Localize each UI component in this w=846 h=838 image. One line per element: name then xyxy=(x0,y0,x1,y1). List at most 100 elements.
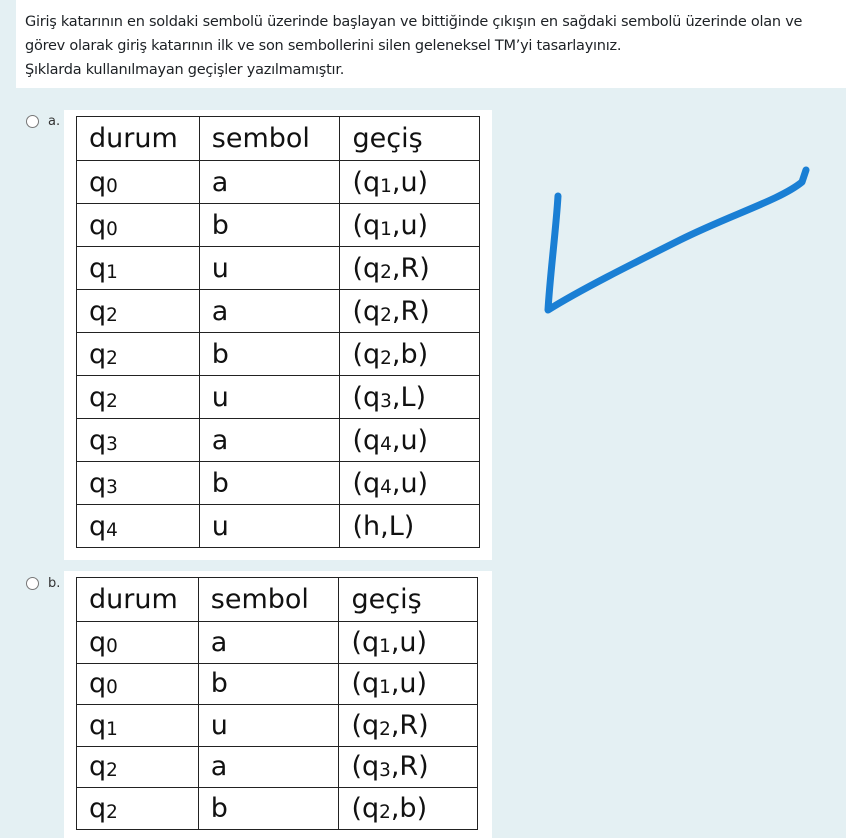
transition-cell: (q2,R) xyxy=(339,289,480,333)
state-subscript: 2 xyxy=(106,390,118,412)
transition-cell: (q3,R) xyxy=(338,745,478,788)
state-subscript: 1 xyxy=(106,261,118,283)
transition-prefix: (q xyxy=(352,166,381,198)
transition-cell: (q2,b) xyxy=(339,332,480,376)
state-cell: q1 xyxy=(76,704,199,747)
radio-button-b[interactable] xyxy=(26,577,39,590)
state-letter: q xyxy=(89,381,107,413)
column-header: durum xyxy=(76,577,199,622)
state-subscript: 0 xyxy=(106,175,118,197)
transition-subscript: 1 xyxy=(380,175,392,197)
state-cell: q4 xyxy=(76,504,200,548)
transition-table-a: durum sembol geçiş q0 a (q1,u) q0 b (q1,u) q1 u (q2… xyxy=(76,116,480,548)
table-row: q2 u (q3,L) xyxy=(76,375,480,419)
radio-button-a[interactable] xyxy=(26,115,39,128)
symbol-cell: u xyxy=(197,704,340,747)
transition-prefix: (h,L) xyxy=(352,510,415,542)
transition-prefix: (q xyxy=(352,467,381,499)
transition-cell: (q1,u) xyxy=(339,203,480,247)
symbol-cell: u xyxy=(198,375,341,419)
state-subscript: 2 xyxy=(106,347,118,369)
state-cell: q3 xyxy=(76,461,200,505)
transition-cell: (q1,u) xyxy=(339,160,480,204)
table-row: q2 a (q3,R) xyxy=(76,745,478,788)
transition-subscript: 4 xyxy=(380,476,392,498)
transition-suffix: ,u) xyxy=(390,668,428,700)
question-line-2: görev olarak giriş katarının ilk ve son … xyxy=(25,38,622,54)
transition-prefix: (q xyxy=(351,668,380,700)
state-cell: q2 xyxy=(76,375,200,419)
state-cell: q0 xyxy=(76,203,200,247)
transition-suffix: ,u) xyxy=(390,626,428,658)
state-letter: q xyxy=(89,668,107,700)
symbol-cell: b xyxy=(197,787,340,830)
state-subscript: 0 xyxy=(106,218,118,240)
symbol-cell: b xyxy=(198,461,341,505)
column-header: durum xyxy=(76,116,200,161)
state-letter: q xyxy=(89,252,107,284)
transition-suffix: ,u) xyxy=(391,209,429,241)
state-letter: q xyxy=(89,209,107,241)
question-text: Giriş katarının en soldaki sembolü üzeri… xyxy=(16,0,846,88)
symbol-cell: a xyxy=(197,621,340,664)
state-cell: q1 xyxy=(76,246,200,290)
transition-suffix: ,u) xyxy=(391,166,429,198)
table-row: q3 a (q4,u) xyxy=(76,418,480,462)
transition-prefix: (q xyxy=(352,252,381,284)
table-row: q4 u (h,L) xyxy=(76,504,480,548)
state-letter: q xyxy=(89,424,107,456)
state-letter: q xyxy=(89,510,107,542)
transition-suffix: ,L) xyxy=(391,381,427,413)
transition-subscript: 2 xyxy=(380,347,392,369)
symbol-cell: u xyxy=(198,246,341,290)
transition-prefix: (q xyxy=(351,792,380,824)
transition-subscript: 1 xyxy=(379,677,391,699)
transition-suffix: ,b) xyxy=(390,792,428,824)
transition-suffix: ,u) xyxy=(391,467,429,499)
state-letter: q xyxy=(89,467,107,499)
table-row: q2 a (q2,R) xyxy=(76,289,480,333)
state-subscript: 3 xyxy=(106,476,118,498)
transition-suffix: ,b) xyxy=(391,338,429,370)
question-line-3: Şıklarda kullanılmayan geçişler yazılmam… xyxy=(25,62,345,78)
transition-prefix: (q xyxy=(352,424,381,456)
column-header: geçiş xyxy=(338,577,478,622)
state-subscript: 0 xyxy=(106,677,118,699)
state-cell: q0 xyxy=(76,621,199,664)
option-a-table-panel: durum sembol geçiş q0 a (q1,u) q0 b (q1,u) q1 u (q2… xyxy=(64,110,492,560)
symbol-cell: a xyxy=(198,418,341,462)
symbol-cell: b xyxy=(198,203,341,247)
table-row: q0 b (q1,u) xyxy=(76,203,480,247)
symbol-cell: a xyxy=(198,160,341,204)
transition-subscript: 1 xyxy=(379,635,391,657)
transition-subscript: 2 xyxy=(380,261,392,283)
state-letter: q xyxy=(89,166,107,198)
table-row: q1 u (q2,R) xyxy=(76,704,478,747)
transition-subscript: 2 xyxy=(379,718,391,740)
transition-prefix: (q xyxy=(352,209,381,241)
table-header-row: durum sembol geçiş xyxy=(76,116,480,161)
transition-subscript: 3 xyxy=(380,390,392,412)
table-header-row: durum sembol geçiş xyxy=(76,577,478,622)
transition-suffix: ,R) xyxy=(390,709,429,741)
state-cell: q2 xyxy=(76,332,200,376)
symbol-cell: u xyxy=(198,504,341,548)
symbol-cell: a xyxy=(198,289,341,333)
state-letter: q xyxy=(89,338,107,370)
state-subscript: 1 xyxy=(106,718,118,740)
option-label-b: b. xyxy=(48,576,61,591)
state-cell: q0 xyxy=(76,160,200,204)
table-row: q2 b (q2,b) xyxy=(76,787,478,830)
state-cell: q3 xyxy=(76,418,200,462)
option-label-a: a. xyxy=(48,114,61,129)
symbol-cell: b xyxy=(198,332,341,376)
table-row: q0 b (q1,u) xyxy=(76,662,478,705)
transition-cell: (q1,u) xyxy=(338,621,478,664)
transition-suffix: ,u) xyxy=(391,424,429,456)
state-letter: q xyxy=(89,709,107,741)
transition-prefix: (q xyxy=(352,381,381,413)
transition-prefix: (q xyxy=(352,295,381,327)
transition-cell: (q4,u) xyxy=(339,461,480,505)
transition-cell: (q2,b) xyxy=(338,787,478,830)
transition-prefix: (q xyxy=(351,626,380,658)
